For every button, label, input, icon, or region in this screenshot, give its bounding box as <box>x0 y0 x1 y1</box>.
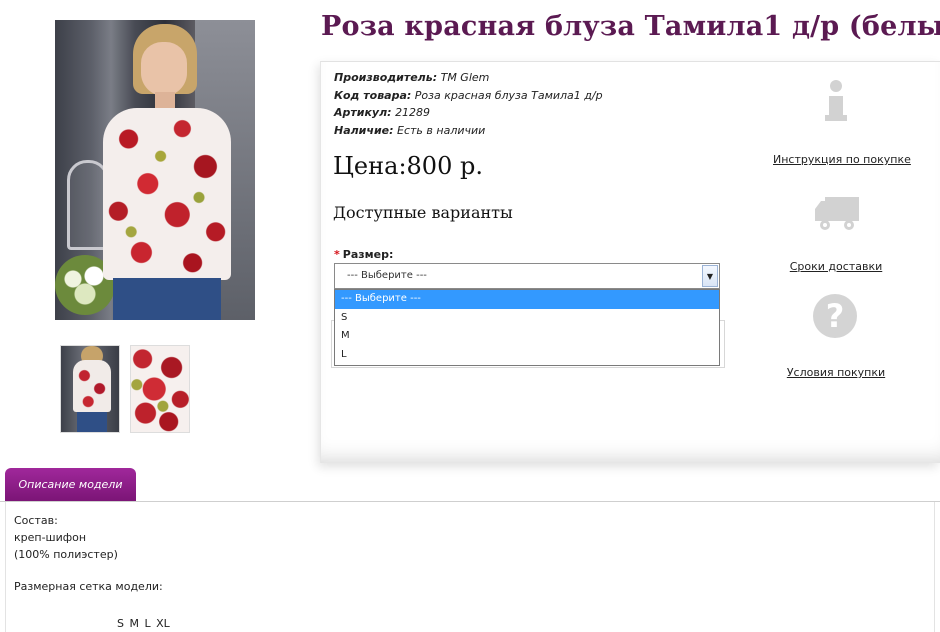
product-meta: Производитель: ТМ Glem Код товара: Роза … <box>334 69 603 139</box>
product-price: Цена:800 р. <box>333 152 483 180</box>
size-dropdown-list: --- Выберите --- S M L <box>334 289 720 366</box>
truck-icon[interactable] <box>813 193 861 233</box>
question-icon[interactable]: ? <box>813 294 857 338</box>
meta-article: Артикул: 21289 <box>334 106 431 119</box>
description-panel <box>5 502 935 632</box>
size-label: * Размер: <box>334 248 394 261</box>
purchase-instruction-link[interactable]: Инструкция по покупке <box>773 153 911 166</box>
size-grid-values: S M L XL <box>117 617 170 630</box>
tab-model-description[interactable]: Описание модели <box>5 468 136 502</box>
model-jeans <box>113 278 221 320</box>
thumbnail-model[interactable] <box>60 345 120 433</box>
variants-heading: Доступные варианты <box>333 203 513 222</box>
size-select-value: --- Выберите --- <box>347 270 427 281</box>
product-info-panel: Производитель: ТМ Glem Код товара: Роза … <box>320 61 940 463</box>
size-option-s[interactable]: S <box>335 309 719 328</box>
meta-product-code: Код товара: Роза красная блуза Тамила1 д… <box>334 88 603 102</box>
fabric-type: креп-шифон <box>14 531 87 544</box>
meta-manufacturer: Производитель: ТМ Glem <box>334 71 490 84</box>
size-option-placeholder[interactable]: --- Выберите --- <box>335 290 719 309</box>
required-mark: * <box>334 248 340 261</box>
meta-availability: Наличие: Есть в наличии <box>334 123 486 137</box>
product-title: Роза красная блуза Тамила1 д/р (белый) <box>321 11 940 42</box>
thumbnail-blouse <box>73 360 111 412</box>
thumbnail-fabric-closeup[interactable] <box>130 345 190 433</box>
delivery-terms-link[interactable]: Сроки доставки <box>773 260 899 273</box>
floral-blouse <box>103 108 231 280</box>
composition-text: Состав: креп-шифон (100% полиэстер) <box>14 512 118 563</box>
composition-title: Состав: <box>14 514 58 527</box>
thumbnail-jeans <box>77 412 107 432</box>
size-select[interactable]: --- Выберите --- ▼ <box>334 263 720 289</box>
size-option-l[interactable]: L <box>335 346 719 365</box>
size-grid-label: Размерная сетка модели: <box>14 580 163 593</box>
purchase-conditions-link[interactable]: Условия покупки <box>773 366 899 379</box>
info-icon[interactable] <box>825 80 847 124</box>
size-option-m[interactable]: M <box>335 327 719 346</box>
model-face <box>141 42 187 96</box>
fabric-material: (100% полиэстер) <box>14 548 118 561</box>
product-main-photo[interactable] <box>55 20 255 320</box>
dropdown-arrow-icon[interactable]: ▼ <box>702 265 718 287</box>
